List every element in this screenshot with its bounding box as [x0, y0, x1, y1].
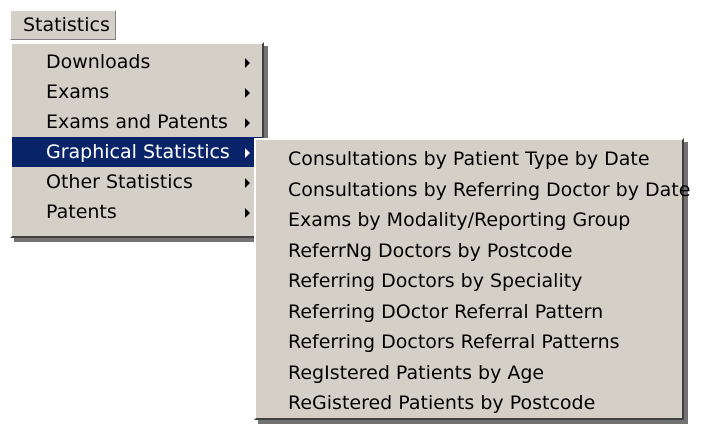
- submenu-item-referring-doctors-by-speciality[interactable]: Referring Doctors by Speciality: [256, 266, 682, 297]
- menu-item-other-statistics[interactable]: Other Statistics: [12, 167, 262, 197]
- submenu-item-referring-doctors-by-postcode[interactable]: ReferrNg Doctors by Postcode: [256, 236, 682, 267]
- submenu-item-label: Consultations by Patient Type by Date: [288, 148, 650, 170]
- menu-item-patents[interactable]: Patents: [12, 197, 262, 227]
- menu-item-label: Downloads: [46, 51, 151, 73]
- statistics-dropdown: Downloads Exams Exams and Patents Graphi…: [10, 42, 264, 238]
- submenu-item-registered-patients-by-age[interactable]: RegIstered Patients by Age: [256, 358, 682, 389]
- submenu-arrow-icon: [245, 148, 250, 158]
- submenu-item-label: ReGistered Patients by Postcode: [288, 392, 596, 414]
- submenu-item-label: Referring DOctor Referral Pattern: [288, 300, 604, 323]
- menu-item-label: Exams: [46, 81, 110, 103]
- submenu-item-label: Referring Doctors Referral Patterns: [288, 331, 620, 353]
- submenu-arrow-icon: [245, 58, 250, 68]
- graphical-statistics-submenu: Consultations by Patient Type by Date Co…: [254, 138, 690, 420]
- submenu-item-label: Referring Doctors by Speciality: [288, 270, 583, 292]
- submenu-item-referring-doctor-referral-pattern[interactable]: Referring DOctor Referral Pattern: [256, 297, 682, 328]
- menu-item-label: Other Statistics: [46, 171, 193, 193]
- submenu-item-registered-patients-by-postcode[interactable]: ReGistered Patients by Postcode: [256, 388, 682, 419]
- menu-item-graphical-statistics[interactable]: Graphical Statistics: [12, 137, 262, 167]
- screen: Statistics Downloads Exams Exams and Pat…: [0, 0, 704, 424]
- submenu-item-consultations-by-referring-doctor[interactable]: Consultations by Referring Doctor by Dat…: [256, 175, 690, 206]
- menu-statistics-label: Statistics: [23, 14, 110, 36]
- submenu-arrow-icon: [245, 88, 250, 98]
- submenu-item-referring-doctors-referral-patterns[interactable]: Referring Doctors Referral Patterns: [256, 327, 682, 358]
- menu-item-exams-and-patents[interactable]: Exams and Patents: [12, 107, 262, 137]
- submenu-item-exams-by-modality[interactable]: Exams by Modality/Reporting Group: [256, 205, 682, 236]
- submenu-item-label: RegIstered Patients by Age: [288, 361, 545, 384]
- menu-item-exams[interactable]: Exams: [12, 77, 262, 107]
- submenu-item-label: Consultations by Referring Doctor by Dat…: [288, 178, 691, 201]
- menu-item-label: Patents: [46, 201, 117, 223]
- submenu-item-label: Exams by Modality/Reporting Group: [288, 209, 631, 231]
- submenu-arrow-icon: [245, 118, 250, 128]
- menu-item-label: Exams and Patents: [46, 111, 228, 133]
- submenu-arrow-icon: [245, 208, 250, 218]
- menu-statistics[interactable]: Statistics: [10, 10, 116, 40]
- submenu-arrow-icon: [245, 178, 250, 188]
- submenu-item-label: ReferrNg Doctors by Postcode: [288, 239, 573, 262]
- menu-item-label: Graphical Statistics: [46, 141, 230, 163]
- submenu-item-consultations-by-patient-type[interactable]: Consultations by Patient Type by Date: [256, 144, 682, 175]
- menu-item-downloads[interactable]: Downloads: [12, 47, 262, 77]
